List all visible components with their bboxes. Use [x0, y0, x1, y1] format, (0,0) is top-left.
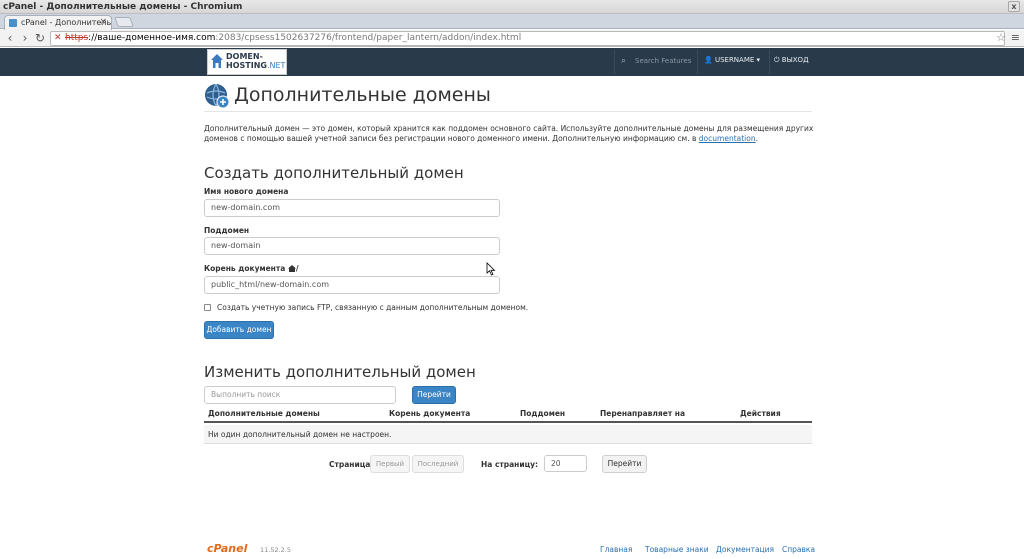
ftp-option: Создать учетную запись FTP, связанную с …: [204, 303, 528, 312]
tab-close-icon[interactable]: ×: [99, 16, 107, 29]
subdomain-input[interactable]: new-domain: [204, 237, 500, 255]
cpanel-footer-logo[interactable]: cPanel: [207, 542, 247, 555]
bookmark-star-icon[interactable]: ☆: [996, 31, 1006, 44]
insecure-lock-icon: ✕: [54, 33, 62, 43]
column-addon-domains[interactable]: Дополнительные домены: [208, 409, 320, 418]
window-close-button[interactable]: x: [1008, 1, 1020, 12]
url-scheme: https: [65, 33, 89, 43]
browser-tab[interactable]: cPanel - Дополнительн ×: [4, 15, 112, 30]
brand-logo[interactable]: DOMEN- HOSTING.NET: [207, 49, 287, 75]
logout-icon: ⏻: [774, 56, 780, 64]
new-domain-input[interactable]: new-domain.com: [204, 199, 500, 217]
browser-toolbar: ‹ › ↻ ✕ https://ваше-доменное-имя.com:20…: [0, 30, 1024, 47]
cpanel-header: [0, 48, 1024, 76]
last-page-button[interactable]: Последний: [412, 455, 464, 473]
logout-label: ВЫХОД: [781, 56, 809, 64]
addon-search-input[interactable]: Выполнить поиск: [204, 386, 396, 404]
new-domain-label: Имя нового домена: [204, 187, 289, 196]
search-features-box[interactable]: ⌕ Search Features: [614, 50, 698, 74]
ftp-checkbox-label: Создать учетную запись FTP, связанную с …: [217, 303, 529, 312]
browser-menu-icon[interactable]: ≡: [1011, 31, 1020, 44]
back-arrow-icon[interactable]: ‹: [3, 31, 17, 45]
per-page-go-button[interactable]: Перейти: [602, 455, 647, 473]
column-actions: Действия: [740, 409, 781, 418]
page-description: Дополнительный домен — это домен, которы…: [204, 124, 814, 143]
footer-link-trademarks[interactable]: Товарные знаки: [645, 545, 709, 554]
nav-divider: [769, 50, 770, 74]
table-header: Дополнительные домены Корень документа П…: [204, 406, 812, 423]
address-bar[interactable]: ✕ https://ваше-доменное-имя.com:2083/cps…: [50, 31, 1005, 46]
per-page-label: На страницу:: [481, 460, 539, 469]
footer-link-help[interactable]: Справка: [782, 545, 815, 554]
user-menu[interactable]: 👤 USERNAME ▾: [704, 56, 760, 64]
create-section-heading: Создать дополнительный домен: [204, 164, 464, 182]
username-label: USERNAME: [714, 56, 755, 64]
empty-table-message: Ни один дополнительный домен не настроен…: [204, 425, 812, 444]
logout-button[interactable]: ⏻ ВЫХОД: [774, 56, 809, 65]
url-path: :2083/cpsess1502637276/frontend/paper_la…: [215, 33, 522, 43]
cpanel-version: 11.52.2.5: [260, 546, 292, 554]
page-label: Страница:: [329, 460, 374, 469]
house-logo-icon: [211, 54, 223, 68]
search-go-button[interactable]: Перейти: [412, 386, 456, 404]
column-redirects-to[interactable]: Перенаправляет на: [600, 409, 685, 418]
addon-domains-globe-icon: [205, 83, 230, 109]
search-icon: ⌕: [621, 56, 627, 66]
ftp-checkbox[interactable]: [204, 304, 211, 311]
subdomain-label: Поддомен: [204, 226, 250, 235]
forward-arrow-icon[interactable]: ›: [18, 31, 32, 45]
document-root-label: Корень документа /: [204, 264, 299, 273]
footer-link-documentation[interactable]: Документация: [716, 545, 774, 554]
new-tab-button[interactable]: [114, 17, 134, 27]
mouse-cursor-icon: [486, 262, 496, 276]
page-header: Дополнительные домены: [204, 80, 812, 112]
window-titlebar: cPanel - Дополнительные домены - Chromiu…: [0, 0, 1024, 14]
search-features-placeholder: Search Features: [635, 57, 692, 65]
url-host: ://ваше-доменное-имя.com: [88, 33, 216, 43]
home-icon: [287, 265, 296, 272]
per-page-input[interactable]: 20: [544, 455, 587, 472]
document-root-input[interactable]: public_html/new-domain.com: [204, 276, 500, 294]
window-title: cPanel - Дополнительные домены - Chromiu…: [3, 2, 243, 12]
cpanel-favicon-icon: [9, 19, 17, 27]
column-subdomain[interactable]: Поддомен: [520, 409, 565, 418]
brand-line2: HOSTING.NET: [226, 61, 286, 70]
modify-section-heading: Изменить дополнительный домен: [204, 363, 476, 381]
reload-icon[interactable]: ↻: [33, 31, 47, 45]
column-document-root[interactable]: Корень документа: [389, 409, 470, 418]
tab-strip: cPanel - Дополнительн ×: [0, 14, 1024, 30]
footer-link-home[interactable]: Главная: [600, 545, 632, 554]
tab-label: cPanel - Дополнительн: [21, 18, 112, 27]
user-icon: 👤: [704, 56, 713, 64]
documentation-link[interactable]: documentation: [699, 134, 756, 143]
first-page-button[interactable]: Первый: [370, 455, 410, 473]
page-title: Дополнительные домены: [234, 84, 491, 106]
add-domain-button[interactable]: Добавить домен: [204, 321, 274, 339]
chevron-down-icon: ▾: [756, 56, 761, 64]
brand-line1: DOMEN-: [226, 52, 263, 61]
